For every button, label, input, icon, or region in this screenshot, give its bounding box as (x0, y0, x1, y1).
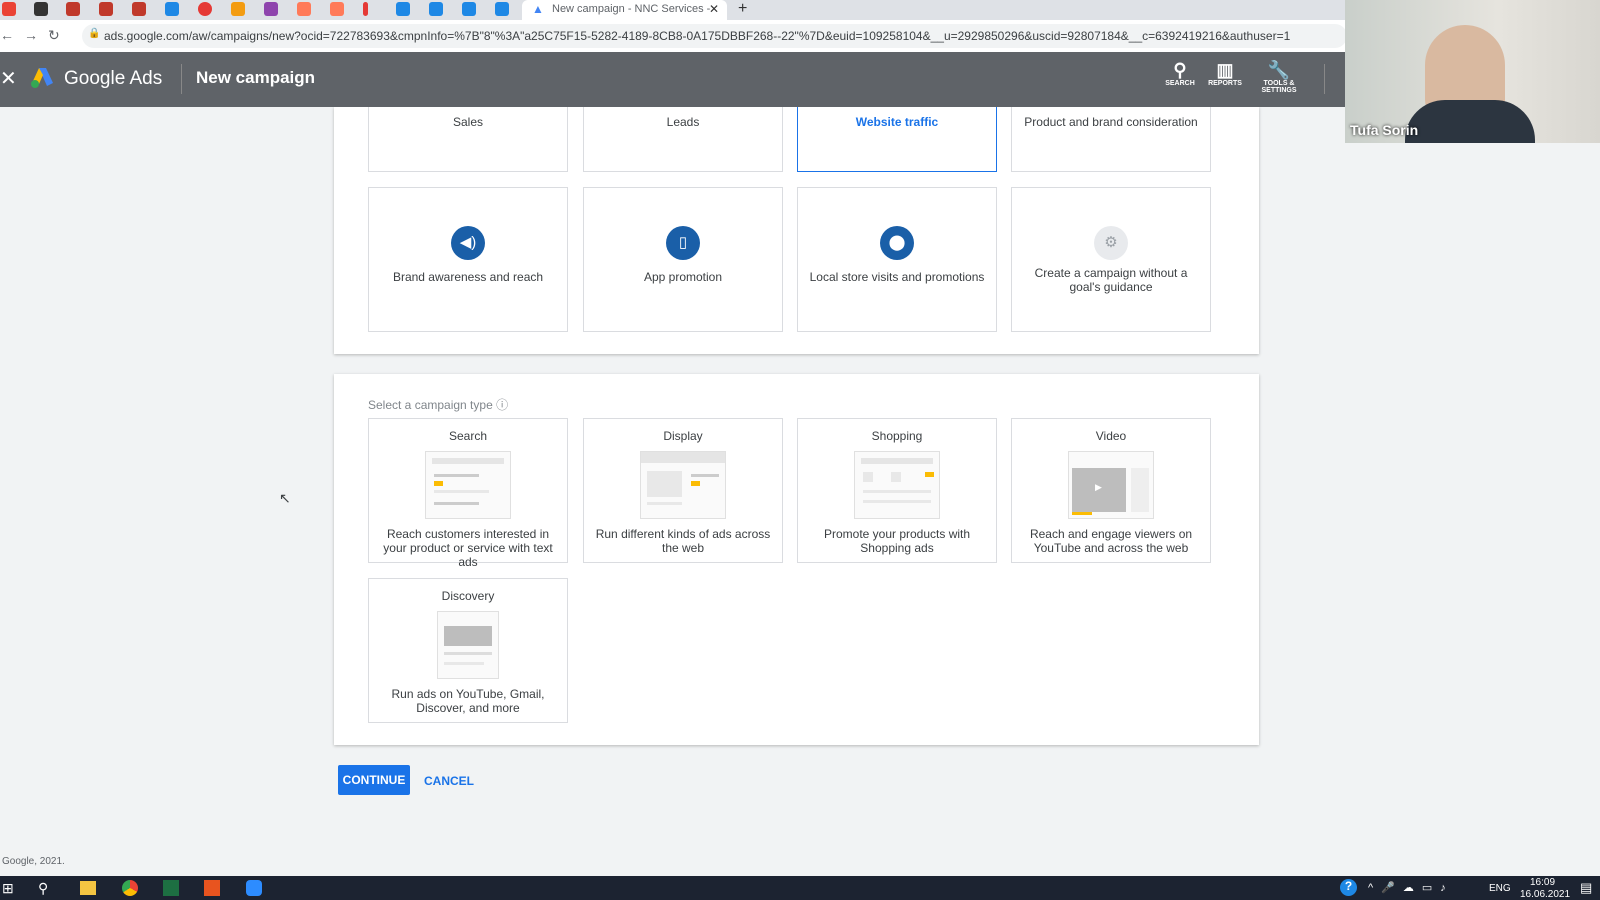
phone-icon: ▯ (666, 226, 700, 260)
gear-icon: ⚙ (1094, 226, 1128, 260)
cancel-button[interactable]: CANCEL (424, 774, 474, 788)
clock-time[interactable]: 16:09 (1530, 877, 1555, 888)
url-text: ads.google.com/aw/campaigns/new?ocid=722… (104, 29, 1291, 43)
reports-button[interactable]: ▥ REPORTS (1200, 60, 1250, 87)
search-illustration (425, 451, 511, 519)
tab-icon[interactable] (34, 2, 48, 16)
search-button[interactable]: ⚲ SEARCH (1155, 60, 1205, 87)
hubspot-tab-icon[interactable] (330, 2, 344, 16)
windows-start-icon[interactable]: ⊞ (2, 880, 14, 897)
tab-icon[interactable] (363, 2, 368, 16)
close-tab-icon[interactable]: ✕ (709, 2, 719, 16)
help-tray-icon[interactable]: ? (1340, 879, 1357, 896)
page-title: New campaign (196, 68, 316, 87)
forward-icon[interactable]: → (24, 27, 48, 43)
campaign-type-discovery[interactable]: Discovery Run ads on YouTube, Gmail, Dis… (368, 578, 568, 723)
campaign-type-shopping[interactable]: Shopping Promote your products with Shop… (797, 418, 997, 563)
goal-card-brand-awareness[interactable]: ◀) Brand awareness and reach (368, 187, 568, 332)
back-icon[interactable]: ← (0, 27, 24, 43)
shopping-illustration (854, 451, 940, 519)
tab-icon[interactable] (396, 2, 410, 16)
tab-icon[interactable] (165, 2, 179, 16)
campaign-type-heading: Select a campaign type ⓘ (368, 398, 509, 412)
reports-icon: ▥ (1216, 60, 1234, 80)
footer-copyright: Google, 2021. (2, 856, 65, 867)
reload-icon[interactable]: ↻ (48, 27, 70, 43)
goal-card-app-promotion[interactable]: ▯ App promotion (583, 187, 783, 332)
gmail-tab-icon[interactable] (2, 2, 16, 16)
tools-settings-button[interactable]: 🔧 TOOLS & SETTINGS (1253, 60, 1305, 94)
language-indicator[interactable]: ENG (1489, 883, 1511, 894)
chrome-icon[interactable] (122, 880, 138, 896)
lock-icon: 🔒 (88, 28, 101, 39)
hubspot-tab-icon[interactable] (297, 2, 311, 16)
active-tab[interactable]: ▲ New campaign - NNC Services - ✕ (522, 0, 727, 20)
discovery-illustration (437, 611, 499, 679)
tab-icon[interactable] (132, 2, 146, 16)
tab-title: New campaign - NNC Services - (552, 3, 711, 15)
megaphone-icon: ◀) (451, 226, 485, 260)
tab-icon[interactable] (264, 2, 278, 16)
tab-icon[interactable] (198, 2, 212, 16)
divider (181, 64, 182, 94)
divider (1324, 64, 1325, 94)
tab-icon[interactable] (66, 2, 80, 16)
brand-name: Google Ads (64, 68, 163, 89)
new-tab-button[interactable]: + (738, 0, 747, 18)
video-illustration: ▶ (1068, 451, 1154, 519)
webcam-name-label: Tufa Sorin (1350, 122, 1419, 138)
tab-icon[interactable] (99, 2, 113, 16)
search-icon: ⚲ (1173, 60, 1187, 80)
taskbar: ⊞ ⚲ ? ^🎤☁▭♪ ENG 16:09 16.06.2021 ▤ (0, 876, 1600, 900)
location-pin-icon: ⬤ (880, 226, 914, 260)
search-icon[interactable]: ⚲ (38, 880, 48, 897)
help-circle-icon[interactable]: ⓘ (496, 398, 508, 412)
tray-icons[interactable]: ^🎤☁▭♪ (1368, 881, 1454, 894)
google-ads-tab-icon: ▲ (532, 2, 544, 16)
continue-button[interactable]: CONTINUE (338, 765, 410, 795)
tab-icon[interactable] (231, 2, 245, 16)
goal-card-local-store[interactable]: ⬤ Local store visits and promotions (797, 187, 997, 332)
goal-card-website-traffic[interactable]: Website traffic (797, 100, 997, 172)
zoom-icon[interactable] (246, 880, 262, 896)
file-explorer-icon[interactable] (80, 881, 96, 895)
tab-icon[interactable] (429, 2, 443, 16)
campaign-type-video[interactable]: Video ▶ Reach and engage viewers on YouT… (1011, 418, 1211, 563)
notifications-icon[interactable]: ▤ (1580, 880, 1592, 896)
wrench-icon: 🔧 (1267, 60, 1291, 80)
goal-card-leads[interactable]: Leads (583, 100, 783, 172)
google-ads-logo (31, 68, 53, 88)
app-icon[interactable] (204, 880, 220, 896)
campaign-type-search[interactable]: Search Reach customers interested in you… (368, 418, 568, 569)
goal-card-sales[interactable]: Sales (368, 100, 568, 172)
clock-date[interactable]: 16.06.2021 (1520, 889, 1570, 900)
excel-icon[interactable] (163, 880, 179, 896)
close-icon[interactable]: ✕ (0, 66, 17, 91)
goal-card-product-brand[interactable]: Product and brand consideration (1011, 100, 1211, 172)
campaign-type-display[interactable]: Display Run different kinds of ads acros… (583, 418, 783, 563)
tab-icon[interactable] (462, 2, 476, 16)
display-illustration (640, 451, 726, 519)
url-input[interactable]: 🔒 ads.google.com/aw/campaigns/new?ocid=7… (82, 24, 1347, 48)
goal-card-no-goal[interactable]: ⚙ Create a campaign without a goal's guid… (1011, 187, 1211, 332)
mouse-cursor-icon: ↖ (279, 490, 291, 506)
tab-icon[interactable] (495, 2, 509, 16)
play-icon: ▶ (1095, 482, 1102, 492)
